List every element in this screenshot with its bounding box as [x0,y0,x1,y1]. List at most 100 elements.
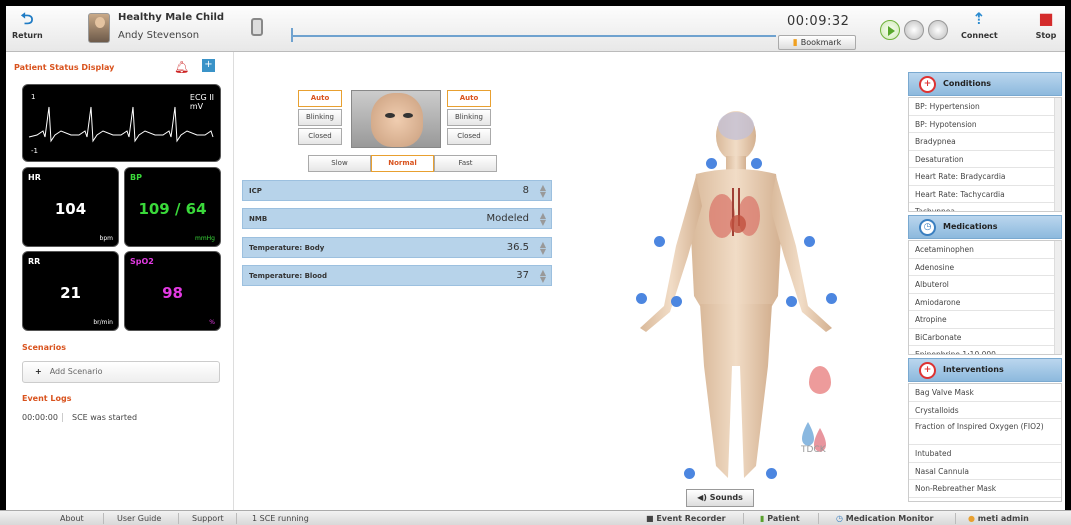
list-item[interactable]: Non-Rebreather Mask [909,480,1061,498]
right-eye-closed-button[interactable]: Closed [447,128,491,145]
blink-slow-button[interactable]: Slow [308,155,371,172]
clipboard-icon[interactable] [251,18,263,36]
timeline-track[interactable] [291,35,776,37]
param-value: 8 [522,185,529,196]
scrollbar[interactable] [1054,98,1061,211]
right-panel: + Conditions BP: Hypertension BP: Hypote… [908,72,1062,502]
pulse-point-arm-right[interactable] [804,236,815,247]
pulse-point-neck-right[interactable] [751,158,762,169]
list-item[interactable]: Atropine [909,311,1061,329]
hr-monitor[interactable]: HR 104 bpm [22,167,119,247]
list-item[interactable]: BP: Hypertension [909,98,1061,116]
param-row-temp-blood[interactable]: Temperature: Blood 37 ▲ ▼ [242,265,552,286]
pulse-point-neck-left[interactable] [706,158,717,169]
pulse-point-wrist-right[interactable] [826,293,837,304]
list-item[interactable]: Crystalloids [909,402,1061,419]
param-name: Temperature: Blood [249,272,327,280]
param-name: NMB [249,215,268,223]
return-label: Return [12,31,43,40]
right-eye-blinking-button[interactable]: Blinking [447,109,491,126]
list-item[interactable]: Heart Rate: Tachycardia [909,186,1061,203]
bp-monitor[interactable]: BP 109 / 64 mmHg [124,167,221,247]
sounds-button[interactable]: ◀) Sounds [686,489,754,507]
param-row-icp[interactable]: ICP 8 ▲ ▼ [242,180,552,201]
list-item[interactable]: Bag Valve Mask [909,384,1061,402]
event-text: SCE was started [72,413,138,422]
user-guide-link[interactable]: User Guide [117,514,161,523]
list-item[interactable]: Acetaminophen [909,241,1061,259]
alarm-bell-icon[interactable]: 🔔︎ [174,60,189,74]
conditions-list: BP: Hypertension BP: Hypotension Bradypn… [908,97,1062,212]
spinner-icon[interactable]: ▲ ▼ [540,241,546,256]
spinner-icon[interactable]: ▲ ▼ [540,269,546,284]
return-button[interactable]: ⮌ Return [12,10,43,41]
list-item[interactable]: Bradypnea [909,133,1061,151]
user-menu[interactable]: ● meti admin [968,514,1029,523]
stop-label: Stop [1035,31,1057,40]
patient-button[interactable]: ▮ Patient [760,514,800,523]
event-recorder-button[interactable]: ■ Event Recorder [646,514,726,523]
rr-value: 21 [60,284,81,302]
spinner-icon[interactable]: ▲ ▼ [540,184,546,199]
pulse-point-foot-left[interactable] [684,468,695,479]
divider [178,513,179,524]
stop-button[interactable]: ■ Stop [1031,10,1061,41]
left-eye-closed-button[interactable]: Closed [298,128,342,145]
pulse-point-hip-left[interactable] [671,296,682,307]
list-item[interactable]: Desaturation [909,151,1061,168]
rr-monitor[interactable]: RR 21 br/min [22,251,119,331]
play-button[interactable] [880,20,900,40]
spo2-value: 98 [162,284,183,302]
spo2-monitor[interactable]: SpO2 98 % [124,251,221,331]
blink-normal-button[interactable]: Normal [371,155,434,172]
pulse-point-foot-right[interactable] [766,468,777,479]
patient-name: Andy Stevenson [118,30,200,41]
medication-monitor-button[interactable]: ◷ Medication Monitor [836,514,933,523]
connect-icon: ⇡ [972,9,986,28]
list-item[interactable]: Tachypnea [909,203,1061,211]
about-link[interactable]: About [60,514,84,523]
list-item[interactable]: Adenosine [909,259,1061,276]
add-scenario-button[interactable]: + Add Scenario [22,361,220,383]
list-item[interactable]: BP: Hypotension [909,116,1061,133]
pulse-point-arm-left[interactable] [654,236,665,247]
blink-fast-button[interactable]: Fast [434,155,497,172]
pulse-point-wrist-left[interactable] [636,293,647,304]
connect-button[interactable]: ⇡ Connect [961,9,998,41]
list-item[interactable]: Intubated [909,445,1061,463]
list-item[interactable]: Heart Rate: Bradycardia [909,168,1061,186]
left-eye-auto-button[interactable]: Auto [298,90,342,107]
list-item[interactable]: Albuterol [909,276,1061,294]
support-link[interactable]: Support [192,514,224,523]
conditions-header[interactable]: + Conditions [908,72,1062,96]
pulse-point-hip-right[interactable] [786,296,797,307]
spinner-icon[interactable]: ▲ ▼ [540,212,546,227]
list-item[interactable]: Fraction of Inspired Oxygen (FIO2) [909,419,1061,445]
bookmark-button[interactable]: ▮ Bookmark [778,35,856,50]
interventions-icon: + [919,362,936,379]
top-toolbar: ⮌ Return Healthy Male Child Andy Stevens… [6,6,1065,52]
status-bar: About User Guide Support 1 SCE running ■… [0,510,1071,525]
right-eye-auto-button[interactable]: Auto [447,90,491,107]
reset-button[interactable] [928,20,948,40]
event-logs-heading: Event Logs [22,394,72,403]
list-item[interactable]: Amiodarone [909,294,1061,311]
expand-icon[interactable]: + [202,59,215,72]
user-icon: ● [968,514,978,523]
interventions-header[interactable]: + Interventions [908,358,1062,382]
bp-label: BP [130,173,142,182]
list-item[interactable]: BiCarbonate [909,329,1061,346]
divider [103,513,104,524]
param-row-temp-body[interactable]: Temperature: Body 36.5 ▲ ▼ [242,237,552,258]
list-item[interactable]: Nasal Cannula [909,463,1061,480]
sce-status: 1 SCE running [252,514,309,523]
blood-drop-icon[interactable] [809,366,831,394]
pause-button[interactable] [904,20,924,40]
scrollbar[interactable] [1054,241,1061,354]
param-value: Modeled [486,213,529,224]
list-item[interactable]: Epinephrine 1:10,000 [909,346,1061,354]
interventions-list: Bag Valve Mask Crystalloids Fraction of … [908,383,1062,502]
medications-header[interactable]: ◷ Medications [908,215,1062,239]
param-row-nmb[interactable]: NMB Modeled ▲ ▼ [242,208,552,229]
left-eye-blinking-button[interactable]: Blinking [298,109,342,126]
